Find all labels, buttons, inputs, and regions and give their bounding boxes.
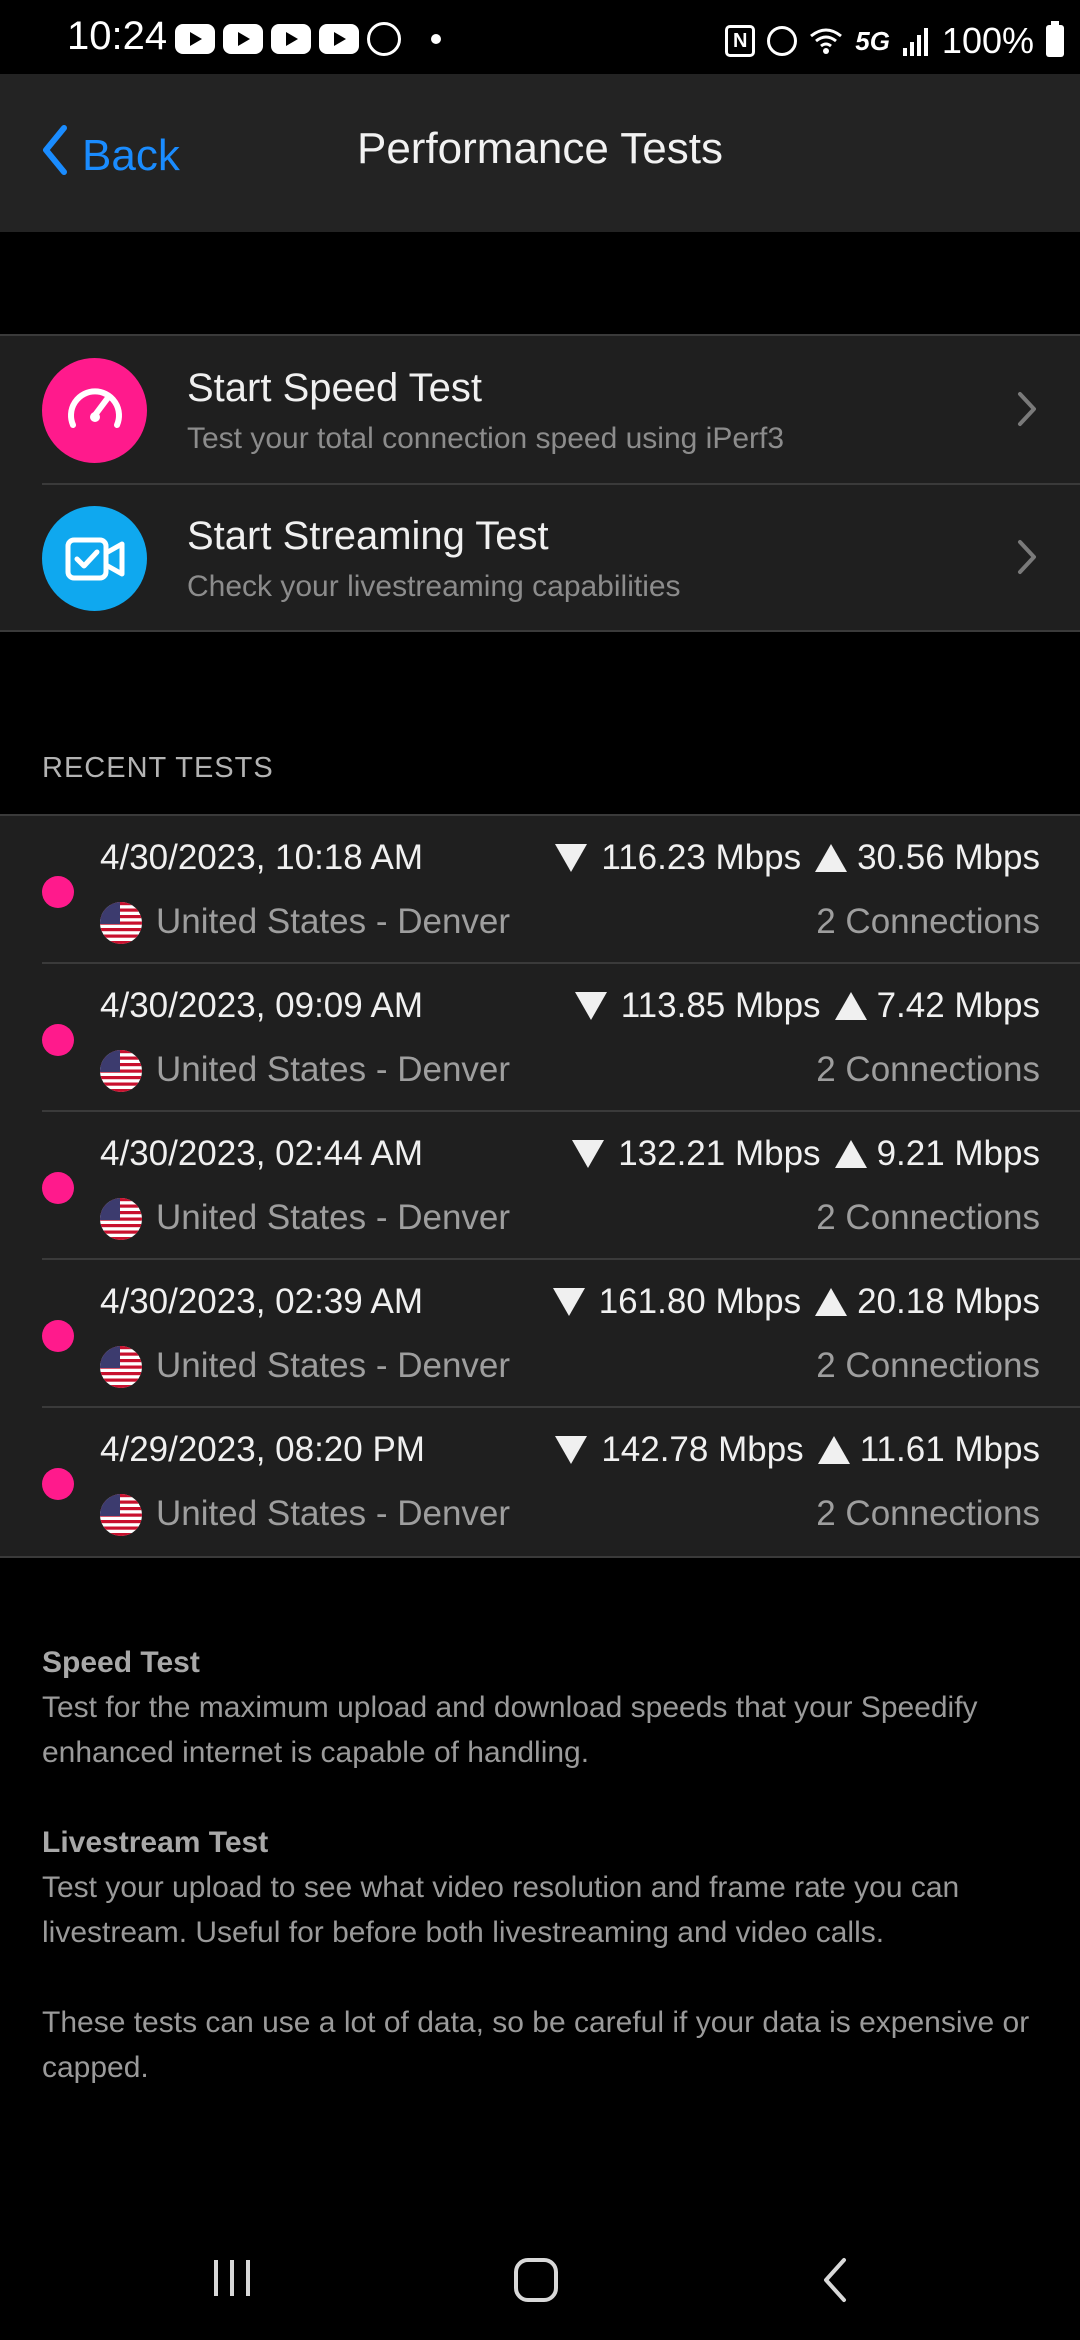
test-speeds: 161.80 Mbps 20.18 Mbps xyxy=(552,1282,1040,1322)
recent-test-row[interactable]: 4/30/2023, 02:39 AM 161.80 Mbps 20.18 Mb… xyxy=(0,1260,1080,1408)
signal-icon xyxy=(902,26,930,56)
status-dot xyxy=(42,876,74,908)
download-speed: 161.80 Mbps xyxy=(598,1282,802,1321)
download-speed: 116.23 Mbps xyxy=(601,838,802,877)
test-date: 4/30/2023, 02:39 AM xyxy=(100,1282,424,1321)
status-dot xyxy=(42,1320,74,1352)
upload-arrow-icon xyxy=(834,992,867,1020)
battery-icon xyxy=(1046,21,1064,57)
back-button[interactable]: Back xyxy=(40,124,180,187)
test-location: United States - Denver xyxy=(156,902,511,941)
notification-icons xyxy=(175,22,441,56)
us-flag-icon xyxy=(100,1346,142,1388)
speedometer-icon xyxy=(42,358,147,463)
speed-test-title: Start Speed Test xyxy=(187,366,482,410)
wifi-icon xyxy=(809,26,843,56)
speed-test-subtitle: Test your total connection speed using i… xyxy=(187,422,785,455)
more-notifications-icon xyxy=(431,34,441,44)
speed-test-heading: Speed Test xyxy=(42,1646,200,1679)
upload-speed: 9.21 Mbps xyxy=(876,1134,1040,1173)
alarm-icon xyxy=(767,26,798,56)
livestream-test-heading: Livestream Test xyxy=(42,1826,269,1859)
us-flag-icon xyxy=(100,1494,142,1536)
upload-arrow-icon xyxy=(815,1288,848,1316)
download-speed: 142.78 Mbps xyxy=(601,1430,804,1469)
chevron-right-icon xyxy=(1016,390,1038,433)
recent-tests-list: 4/30/2023, 10:18 AM 116.23 Mbps 30.56 Mb… xyxy=(0,814,1080,1558)
chevron-left-icon xyxy=(40,124,68,187)
youtube-icon xyxy=(271,24,311,54)
network-type: 5G xyxy=(855,25,890,56)
upload-arrow-icon xyxy=(815,844,848,872)
recent-test-row[interactable]: 4/30/2023, 02:44 AM 132.21 Mbps 9.21 Mbp… xyxy=(0,1112,1080,1260)
test-menu: Start Speed Test Test your total connect… xyxy=(0,334,1080,632)
download-arrow-icon xyxy=(555,1436,588,1464)
download-arrow-icon xyxy=(572,1140,605,1168)
streaming-test-title: Start Streaming Test xyxy=(187,514,549,558)
status-bar: 10:24 N 5G 100% xyxy=(0,0,1080,74)
home-button[interactable] xyxy=(512,2256,560,2309)
test-connections: 2 Connections xyxy=(816,902,1040,941)
recent-tests-header: RECENT TESTS xyxy=(42,752,274,784)
start-speed-test-button[interactable]: Start Speed Test Test your total connect… xyxy=(0,336,1080,483)
status-dot xyxy=(42,1024,74,1056)
livestream-test-description: Test your upload to see what video resol… xyxy=(42,1871,960,1949)
info-section: Speed Test Test for the maximum upload a… xyxy=(42,1640,1042,2090)
test-date: 4/30/2023, 10:18 AM xyxy=(100,838,424,877)
us-flag-icon xyxy=(100,1050,142,1092)
status-dot xyxy=(42,1172,74,1204)
download-arrow-icon xyxy=(555,844,588,872)
us-flag-icon xyxy=(100,1198,142,1240)
test-location: United States - Denver xyxy=(156,1494,511,1533)
test-connections: 2 Connections xyxy=(816,1346,1040,1385)
test-location: United States - Denver xyxy=(156,1346,511,1385)
test-speeds: 113.85 Mbps 7.42 Mbps xyxy=(574,986,1040,1026)
youtube-icon xyxy=(223,24,263,54)
download-arrow-icon xyxy=(552,1288,585,1316)
test-location: United States - Denver xyxy=(156,1198,511,1237)
test-date: 4/30/2023, 02:44 AM xyxy=(100,1134,424,1173)
data-usage-warning: These tests can use a lot of data, so be… xyxy=(42,2006,1030,2084)
download-speed: 132.21 Mbps xyxy=(618,1134,821,1173)
youtube-icon xyxy=(319,24,359,54)
upload-speed: 30.56 Mbps xyxy=(857,838,1040,877)
upload-speed: 7.42 Mbps xyxy=(876,986,1040,1025)
youtube-icon xyxy=(175,24,215,54)
test-connections: 2 Connections xyxy=(816,1050,1040,1089)
recents-button[interactable] xyxy=(210,2256,254,2305)
nfc-icon: N xyxy=(725,25,756,57)
upload-speed: 20.18 Mbps xyxy=(857,1282,1040,1321)
upload-arrow-icon xyxy=(834,1140,867,1168)
upload-arrow-icon xyxy=(817,1436,850,1464)
download-speed: 113.85 Mbps xyxy=(620,986,821,1025)
system-back-button[interactable] xyxy=(820,2256,850,2309)
start-streaming-test-button[interactable]: Start Streaming Test Check your livestre… xyxy=(0,484,1080,631)
speed-test-description: Test for the maximum upload and download… xyxy=(42,1691,978,1769)
test-location: United States - Denver xyxy=(156,1050,511,1089)
streaming-test-subtitle: Check your livestreaming capabilities xyxy=(187,570,681,603)
video-check-icon xyxy=(42,506,147,611)
status-dot xyxy=(42,1468,74,1500)
system-navigation-bar xyxy=(0,2230,1080,2340)
test-date: 4/29/2023, 08:20 PM xyxy=(100,1430,425,1469)
system-icons: N 5G 100% xyxy=(725,20,1064,62)
recent-test-row[interactable]: 4/30/2023, 09:09 AM 113.85 Mbps 7.42 Mbp… xyxy=(0,964,1080,1112)
upload-speed: 11.61 Mbps xyxy=(859,1430,1040,1469)
chevron-right-icon xyxy=(1016,538,1038,581)
test-speeds: 132.21 Mbps 9.21 Mbps xyxy=(572,1134,1040,1174)
test-speeds: 116.23 Mbps 30.56 Mbps xyxy=(555,838,1040,878)
app-icon xyxy=(367,22,401,56)
recent-test-row[interactable]: 4/29/2023, 08:20 PM 142.78 Mbps 11.61 Mb… xyxy=(0,1408,1080,1556)
download-arrow-icon xyxy=(574,992,607,1020)
back-label: Back xyxy=(82,130,180,180)
recent-test-row[interactable]: 4/30/2023, 10:18 AM 116.23 Mbps 30.56 Mb… xyxy=(0,816,1080,964)
test-speeds: 142.78 Mbps 11.61 Mbps xyxy=(555,1430,1040,1470)
test-connections: 2 Connections xyxy=(816,1494,1040,1533)
us-flag-icon xyxy=(100,902,142,944)
nav-bar: Back Performance Tests xyxy=(0,74,1080,232)
status-time: 10:24 xyxy=(67,14,168,58)
test-date: 4/30/2023, 09:09 AM xyxy=(100,986,424,1025)
battery-percent: 100% xyxy=(941,20,1034,61)
test-connections: 2 Connections xyxy=(816,1198,1040,1237)
